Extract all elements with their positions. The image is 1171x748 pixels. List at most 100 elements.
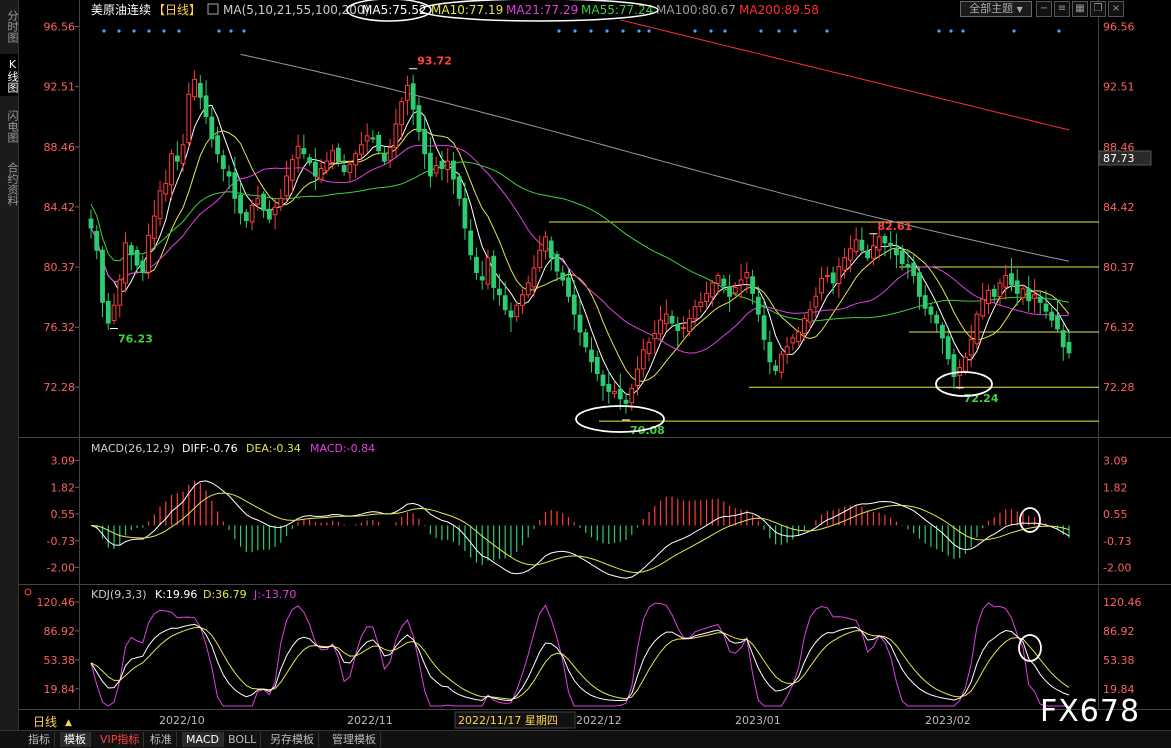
time-label-2023-01: 2023/01 <box>735 714 781 727</box>
candle-body <box>128 245 134 256</box>
candle-body <box>928 306 934 315</box>
candle-body <box>169 153 174 186</box>
candle-body <box>197 82 203 98</box>
bottom-tab-5[interactable]: BOLL <box>224 732 262 747</box>
macd-value: MACD:-0.84 <box>310 442 375 455</box>
y-tick-left: 86.92 <box>44 625 76 638</box>
y-tick-right: 80.37 <box>1103 261 1135 274</box>
candle-body <box>537 249 543 269</box>
candle-body <box>767 342 773 363</box>
restore-icon[interactable]: ❐ <box>1090 1 1106 17</box>
candle-body <box>1003 275 1009 288</box>
candle-body <box>612 390 617 394</box>
ma10-value: MA10:77.19 <box>431 3 503 17</box>
candle-body <box>847 248 853 261</box>
y-tick-right: -2.00 <box>1103 561 1131 574</box>
candle-body <box>347 163 353 173</box>
candle-body <box>888 242 894 247</box>
theme-dropdown[interactable]: 全部主题 ▼ <box>960 1 1032 17</box>
sidebar-tab-timeshare[interactable]: 分时图 <box>0 6 19 46</box>
ma21-value: MA21:77.29 <box>506 3 578 17</box>
candle-body <box>813 295 819 308</box>
candle-body <box>1055 315 1060 330</box>
candle-body <box>1009 273 1014 285</box>
candle-body <box>1043 303 1049 312</box>
candle-body <box>278 197 284 207</box>
candle-body <box>963 356 968 372</box>
candle-body <box>692 306 698 320</box>
kdj-d: D:36.79 <box>203 588 247 601</box>
signal-dot <box>709 29 713 33</box>
candle-body <box>600 374 606 386</box>
candle-body <box>502 295 508 311</box>
candle-body <box>514 304 520 317</box>
candle-body <box>433 165 439 174</box>
bottom-tab-0[interactable]: 指标 <box>24 732 55 747</box>
signal-dot <box>937 29 941 33</box>
candle-body <box>980 298 986 317</box>
signal-dot <box>693 29 697 33</box>
kdj-j: J:-13.70 <box>253 588 296 601</box>
chart-area[interactable]: 93.7276.2370.0882.6172.24 96.5692.5188.4… <box>19 0 1171 730</box>
instrument-title: 美原油连续 <box>91 2 151 17</box>
candle-body <box>157 190 163 219</box>
signal-dot <box>949 29 953 33</box>
candle-body <box>451 160 456 180</box>
bottom-tab-6[interactable]: 另存模板 <box>266 732 319 747</box>
y-tick-left: 84.42 <box>44 201 76 214</box>
candle-body <box>686 318 692 332</box>
signal-dot <box>217 29 221 33</box>
signal-dot <box>961 29 965 33</box>
signal-dot <box>229 29 233 33</box>
bottom-tab-1[interactable]: 模板 <box>60 732 91 747</box>
candle-body <box>1049 311 1055 321</box>
y-tick-right: -0.73 <box>1103 535 1131 548</box>
time-label-2022-10: 2022/10 <box>159 714 205 727</box>
candle-body <box>778 353 784 373</box>
candle-body <box>1066 341 1072 354</box>
candle-body <box>358 144 364 155</box>
signal-dot <box>117 29 121 33</box>
period-button[interactable]: 日线 <box>33 715 57 729</box>
candle-body <box>865 250 871 259</box>
list-icon[interactable]: ≡ <box>1054 1 1070 17</box>
candle-body <box>1026 288 1032 302</box>
sidebar-tab-flash[interactable]: 闪电图 <box>0 104 19 148</box>
bottom-tab-2[interactable]: VIP指标 <box>96 732 145 747</box>
candle-body <box>917 272 922 297</box>
candle-body <box>911 262 917 277</box>
candle-body <box>894 249 899 256</box>
grid-icon[interactable]: ▦ <box>1072 1 1088 17</box>
candle-body <box>784 346 790 355</box>
candle-body <box>531 267 537 288</box>
ma200-value: MA200:89.58 <box>739 3 819 17</box>
current-price-tag: 87.73 <box>1098 150 1152 166</box>
bottom-tab-4[interactable]: MACD <box>182 732 224 747</box>
candle-body <box>335 147 341 162</box>
period-arrow-icon[interactable]: ▲ <box>65 718 72 728</box>
bottom-tab-3[interactable]: 标准 <box>146 732 177 747</box>
minus-icon[interactable]: − <box>1036 1 1052 17</box>
candle-body <box>474 256 479 274</box>
candle-body <box>853 239 859 252</box>
candle-body <box>922 295 928 309</box>
candle-body <box>698 301 704 308</box>
bottom-tab-7[interactable]: 管理模板 <box>328 732 381 747</box>
y-tick-right: 0.55 <box>1103 508 1128 521</box>
candle-body <box>146 234 151 273</box>
candle-body <box>744 272 750 279</box>
macd-diff: DIFF:-0.76 <box>182 442 238 455</box>
candle-body <box>997 282 1003 298</box>
time-label-2023-02: 2023/02 <box>925 714 971 727</box>
signal-dot <box>759 29 763 33</box>
close-icon[interactable]: × <box>1108 1 1124 17</box>
y-tick-right: 1.82 <box>1103 481 1128 494</box>
candle-body <box>382 153 387 162</box>
sidebar-tab-kline[interactable]: K线图 <box>0 54 19 96</box>
candle-body <box>387 147 393 161</box>
candle-body <box>991 288 997 297</box>
candle-body <box>393 123 399 148</box>
sidebar-tab-contract[interactable]: 合约资料 <box>0 156 19 212</box>
y-tick-left: 96.56 <box>44 21 76 34</box>
y-tick-right: 92.51 <box>1103 81 1135 94</box>
